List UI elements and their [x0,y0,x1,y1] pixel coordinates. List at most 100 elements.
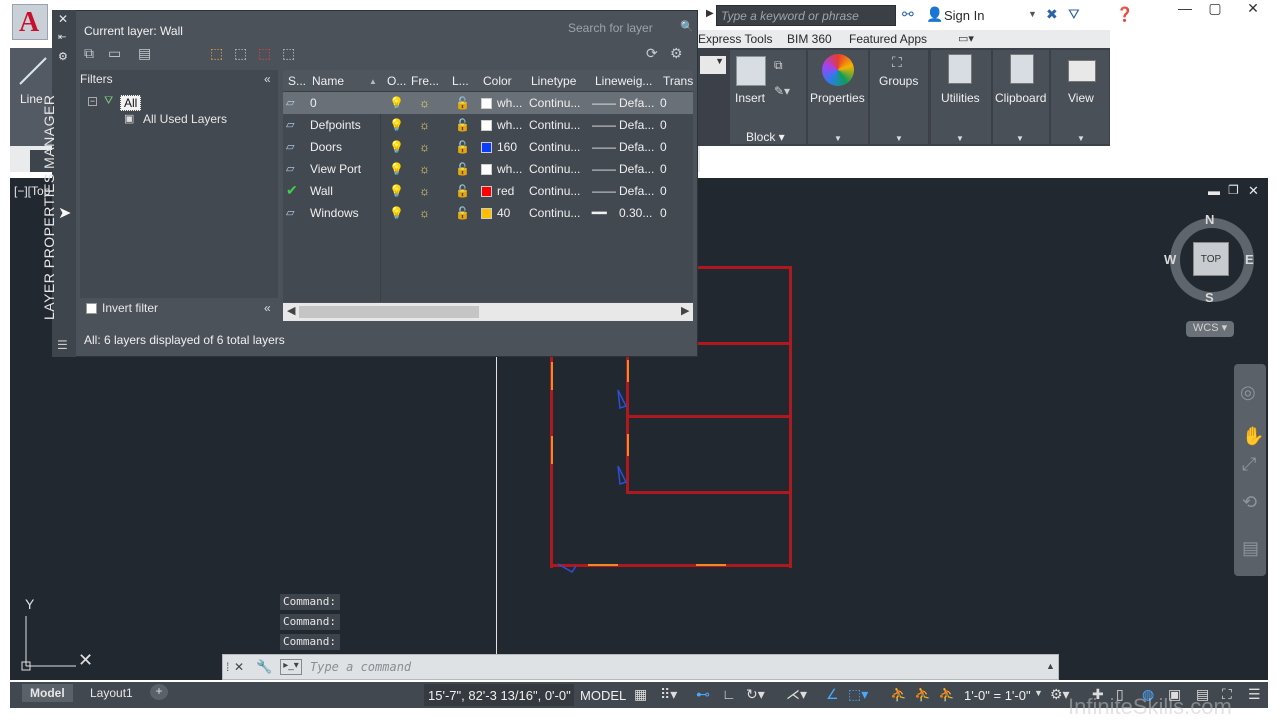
transparency-value[interactable]: 0 [660,118,667,132]
layer-name[interactable]: Windows [310,206,359,220]
new-layer-vp-frozen-icon[interactable]: ⬚ [234,45,247,62]
properties-color-wheel-icon[interactable] [822,54,854,86]
compass-north[interactable]: N [1205,212,1214,227]
utilities-dropdown-icon[interactable]: ▼ [956,134,964,143]
scale-dropdown-icon[interactable]: ▼ [1034,688,1043,698]
layer-name[interactable]: Wall [310,184,333,198]
linetype-value[interactable]: Continu... [529,184,580,198]
lock-icon[interactable]: 🔓 [455,206,470,220]
lock-icon[interactable]: 🔓 [455,118,470,132]
lock-icon[interactable]: 🔓 [455,96,470,110]
lineweight-sample-icon[interactable]: ━━ [592,206,606,220]
lineweight-value[interactable]: Defa... [619,162,654,176]
linetype-value[interactable]: Continu... [529,140,580,154]
palette-autohide-icon[interactable]: ⇤ [58,32,66,43]
linetype-value[interactable]: Continu... [529,96,580,110]
scroll-left-icon[interactable]: ◀ [287,304,295,317]
compass-south[interactable]: S [1205,290,1214,305]
on-off-bulb-icon[interactable]: 💡 [389,162,404,176]
horizontal-scrollbar[interactable]: ◀ ▶ [283,303,693,321]
line-button-label[interactable]: Line [20,92,43,106]
color-swatch[interactable] [481,208,492,219]
view-dropdown-icon[interactable]: ▼ [1077,134,1085,143]
layer-row[interactable]: ▱ Doors 💡 ☼ 🔓 160 Continu... —— Defa... 0 [283,136,693,158]
layer-row[interactable]: ▱ Windows 💡 ☼ 🔓 40 Continu... ━━ 0.30... 0 [283,202,693,224]
checkbox-box[interactable] [86,303,97,314]
zoom-extents-icon[interactable]: ⤢ [1242,454,1256,475]
freeze-sun-icon[interactable]: ☼ [419,96,430,110]
on-off-bulb-icon[interactable]: 💡 [389,118,404,132]
color-swatch[interactable] [481,120,492,131]
annotation-scale[interactable]: 1'-0" = 1'-0" [964,688,1031,703]
lineweight-sample-icon[interactable]: —— [592,118,616,132]
isodraft-icon[interactable]: ⋌▾ [786,686,807,703]
freeze-sun-icon[interactable]: ☼ [419,140,430,154]
workspace-switching-icon[interactable]: ⚙▾ [1050,686,1070,703]
on-off-bulb-icon[interactable]: 💡 [389,96,404,110]
wcs-menu[interactable]: WCS ▾ [1186,321,1234,337]
color-name[interactable]: wh... [497,118,522,132]
utilities-button-label[interactable]: Utilities [941,91,980,105]
signin-dropdown-icon[interactable]: ▼ [1028,9,1037,19]
layer-row[interactable]: ▱ 0 💡 ☼ 🔓 wh... Continu... —— Defa... 0 [283,92,693,114]
edit-block-icon[interactable]: ✎▾ [774,84,790,98]
layer-name[interactable]: 0 [310,96,317,110]
auto-scale-icon[interactable]: ⛹ [914,686,931,703]
search-icon[interactable]: 🔍 [680,20,694,33]
freeze-sun-icon[interactable]: ☼ [419,118,430,132]
compass-east[interactable]: E [1245,252,1254,267]
layer-row[interactable]: ▱ Defpoints 💡 ☼ 🔓 wh... Continu... —— Defa... 0 [283,114,693,136]
compass-west[interactable]: W [1164,252,1176,267]
tab-bim-360[interactable]: BIM 360 [787,32,832,46]
layer-name[interactable]: Defpoints [310,118,361,132]
layer-settings-icon[interactable]: ⚙ [670,45,683,62]
scroll-right-icon[interactable]: ▶ [681,304,689,317]
recent-commands-icon[interactable]: ▸_▾ [280,659,302,675]
tab-layout1[interactable]: Layout1 [82,684,141,702]
freeze-sun-icon[interactable]: ☼ [419,162,430,176]
dynamic-input-icon[interactable]: ⊷ [696,686,710,703]
col-transparency[interactable]: Trans [663,74,693,88]
invert-filter-checkbox[interactable]: Invert filter [86,301,158,315]
lineweight-sample-icon[interactable]: —— [592,162,616,176]
lineweight-sample-icon[interactable]: —— [592,184,616,198]
color-swatch[interactable] [481,164,492,175]
col-color[interactable]: Color [483,74,512,88]
exchange-apps-icon[interactable]: ✖ [1046,6,1058,23]
lineweight-sample-icon[interactable]: —— [592,96,616,110]
maximize-window-button[interactable]: ▢ [1200,0,1230,20]
view-button-label[interactable]: View [1068,91,1094,105]
drawing-minimize-button[interactable]: ▬ [1208,184,1220,198]
palette-settings-icon[interactable]: ⚙ [58,50,68,63]
layer-status-icon[interactable]: ▱ [286,162,294,175]
calculator-icon[interactable] [948,54,972,84]
lineweight-value[interactable]: Defa... [619,96,654,110]
layer-row[interactable]: ✔ Wall 💡 ☼ 🔓 red Continu... —— Defa... 0 [283,180,693,202]
color-swatch[interactable] [481,142,492,153]
linetype-value[interactable]: Continu... [529,206,580,220]
color-name[interactable]: wh... [497,96,522,110]
lineweight-value[interactable]: Defa... [619,184,654,198]
sign-in-link[interactable]: Sign In [944,8,984,23]
freeze-sun-icon[interactable]: ☼ [419,206,430,220]
ortho-mode-icon[interactable]: ∟ [722,686,736,702]
lineweight-value[interactable]: Defa... [619,140,654,154]
color-swatch[interactable] [481,98,492,109]
steering-wheel-icon[interactable]: ◎ [1240,382,1256,403]
color-name[interactable]: 160 [497,140,517,154]
customization-menu-icon[interactable]: ☰ [1248,686,1261,703]
new-layer-icon[interactable]: ⬚ [210,45,223,62]
model-space-toggle[interactable]: MODEL [580,688,626,703]
linetype-value[interactable]: Continu... [529,162,580,176]
command-input[interactable]: Type a command [310,660,411,674]
on-off-bulb-icon[interactable]: 💡 [389,140,404,154]
color-swatch[interactable] [481,186,492,197]
lock-icon[interactable]: 🔓 [455,140,470,154]
user-icon[interactable]: 👤 [926,6,943,23]
viewcube-top-face[interactable]: TOP [1193,242,1229,276]
col-linetype[interactable]: Linetype [531,74,576,88]
set-current-icon[interactable]: ⬚ [282,45,295,62]
insert-button-label[interactable]: Insert [735,91,765,105]
search-expand-icon[interactable]: ▶ [706,8,714,19]
freeze-sun-icon[interactable]: ☼ [419,184,430,198]
